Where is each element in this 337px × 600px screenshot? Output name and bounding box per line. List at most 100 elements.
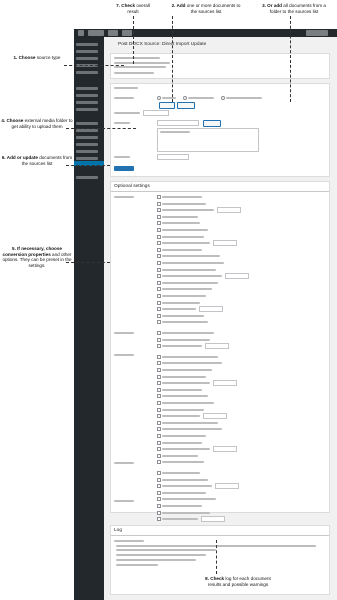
option-checkbox[interactable] — [157, 453, 161, 458]
source-type-radio[interactable] — [221, 96, 225, 100]
option-checkbox[interactable] — [157, 477, 161, 482]
option-checkbox[interactable] — [157, 201, 161, 206]
option-checkbox[interactable] — [157, 517, 161, 522]
option-select[interactable] — [225, 273, 249, 280]
option-select[interactable] — [199, 306, 223, 313]
option-checkbox[interactable] — [157, 313, 161, 318]
option-checkbox[interactable] — [157, 294, 161, 298]
sidebar-item[interactable] — [76, 87, 98, 90]
option-select[interactable] — [205, 343, 229, 350]
comments-icon[interactable] — [108, 30, 118, 36]
option-checkbox[interactable] — [157, 274, 161, 279]
option-label — [162, 402, 214, 404]
sources-list[interactable] — [157, 128, 259, 152]
source-type-radio[interactable] — [157, 96, 161, 100]
new-content-link[interactable] — [122, 30, 132, 36]
option-checkbox[interactable] — [157, 261, 161, 265]
sidebar-item[interactable] — [76, 101, 98, 104]
user-account-link[interactable] — [306, 30, 328, 36]
option-checkbox[interactable] — [157, 320, 161, 325]
option-checkbox[interactable] — [157, 490, 161, 495]
row-label — [114, 500, 134, 502]
add-folder-button[interactable] — [177, 102, 195, 109]
option-select[interactable] — [213, 380, 237, 387]
option-checkbox[interactable] — [157, 510, 161, 515]
option-label — [162, 248, 202, 251]
sidebar-item[interactable] — [76, 71, 98, 74]
option-checkbox[interactable] — [157, 214, 161, 219]
sources-select[interactable] — [157, 120, 199, 126]
option-label — [162, 435, 206, 437]
option-checkbox[interactable] — [157, 241, 161, 246]
sidebar-item[interactable] — [76, 176, 98, 179]
add-files-button[interactable] — [159, 102, 175, 109]
option-checkbox[interactable] — [157, 447, 161, 452]
option-checkbox[interactable] — [157, 287, 161, 292]
media-folder-field[interactable] — [143, 110, 169, 116]
option-checkbox[interactable] — [157, 208, 161, 213]
option-checkbox[interactable] — [157, 460, 161, 465]
option-checkbox[interactable] — [157, 354, 161, 359]
option-checkbox[interactable] — [157, 440, 161, 445]
section-heading: Optional settings — [114, 184, 150, 189]
option-checkbox[interactable] — [157, 368, 161, 372]
sidebar-item[interactable] — [76, 150, 98, 153]
option-checkbox[interactable] — [157, 344, 161, 349]
option-checkbox[interactable] — [157, 387, 161, 392]
option-checkbox[interactable] — [157, 267, 161, 272]
sidebar-item[interactable] — [76, 108, 98, 111]
clear-list-button[interactable] — [203, 120, 221, 127]
option-checkbox[interactable] — [157, 497, 161, 502]
option-select[interactable] — [213, 240, 237, 247]
sidebar-item[interactable] — [76, 43, 98, 46]
option-select[interactable] — [217, 207, 241, 214]
sidebar-item[interactable] — [76, 57, 98, 60]
option-select[interactable] — [203, 413, 227, 420]
action-select[interactable] — [157, 154, 189, 160]
option-checkbox[interactable] — [157, 374, 161, 379]
option-select[interactable] — [215, 483, 239, 490]
option-checkbox[interactable] — [157, 414, 161, 419]
option-checkbox[interactable] — [157, 394, 161, 399]
option-checkbox[interactable] — [157, 254, 161, 259]
option-checkbox[interactable] — [157, 307, 161, 312]
option-checkbox[interactable] — [157, 484, 161, 489]
sidebar-item[interactable] — [76, 94, 98, 97]
option-checkbox[interactable] — [157, 331, 161, 335]
option-checkbox[interactable] — [157, 427, 161, 432]
sidebar-item[interactable] — [76, 143, 98, 146]
option-checkbox[interactable] — [157, 337, 161, 342]
site-name-link[interactable] — [88, 30, 104, 36]
add-update-button[interactable] — [114, 166, 134, 171]
option-checkbox[interactable] — [157, 434, 161, 438]
source-type-radio[interactable] — [183, 96, 187, 100]
option-label — [162, 415, 200, 418]
sidebar-item[interactable] — [76, 122, 98, 125]
option-label — [162, 511, 210, 514]
sidebar-item[interactable] — [76, 136, 98, 139]
option-checkbox[interactable] — [157, 195, 161, 199]
option-select[interactable] — [213, 446, 237, 453]
option-checkbox[interactable] — [157, 420, 161, 425]
wordpress-logo-icon[interactable] — [78, 30, 84, 36]
option-select[interactable] — [201, 516, 225, 523]
sidebar-item[interactable] — [76, 157, 98, 160]
sidebar-item[interactable] — [76, 50, 98, 53]
option-checkbox[interactable] — [157, 401, 161, 405]
option-label — [162, 268, 216, 271]
option-checkbox[interactable] — [157, 407, 161, 412]
option-label — [162, 428, 222, 431]
option-checkbox[interactable] — [157, 234, 161, 239]
option-checkbox[interactable] — [157, 504, 161, 508]
sidebar-item[interactable] — [76, 129, 98, 132]
option-checkbox[interactable] — [157, 361, 161, 366]
option-checkbox[interactable] — [157, 280, 161, 285]
option-label — [162, 301, 200, 304]
option-label — [162, 196, 202, 198]
option-checkbox[interactable] — [157, 247, 161, 252]
option-checkbox[interactable] — [157, 471, 161, 475]
option-checkbox[interactable] — [157, 228, 161, 232]
option-checkbox[interactable] — [157, 381, 161, 386]
option-checkbox[interactable] — [157, 221, 161, 226]
option-checkbox[interactable] — [157, 300, 161, 305]
